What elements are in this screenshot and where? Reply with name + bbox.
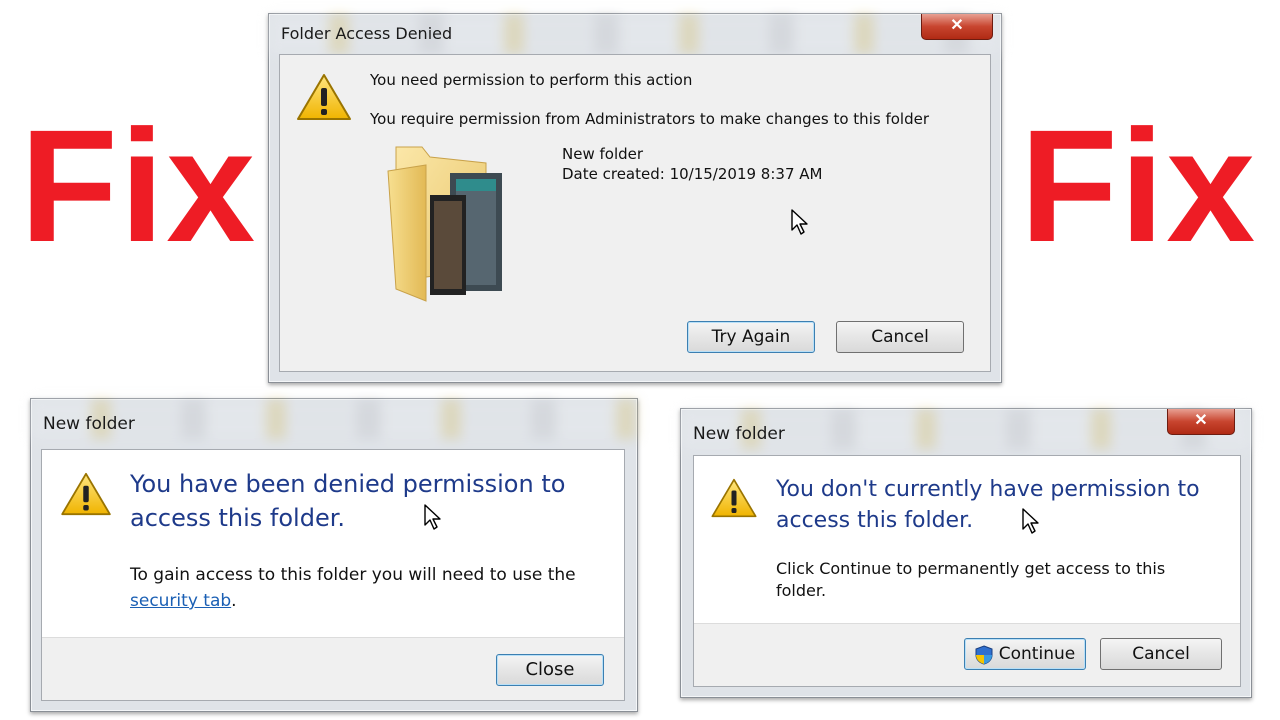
permission-continue-dialog: New folder ✕ You don't currently have pe… [680, 408, 1252, 698]
dialog-content: You don't currently have permission to a… [693, 455, 1241, 687]
try-again-button[interactable]: Try Again [687, 321, 815, 353]
uac-shield-icon [975, 645, 993, 665]
body-text: To gain access to this folder you will n… [130, 562, 610, 614]
dialog-footer: Close [42, 637, 624, 700]
dialog-content: You have been denied permission to acces… [41, 449, 625, 701]
body-prefix: To gain access to this folder you will n… [130, 565, 576, 585]
dialog-content: You need permission to perform this acti… [279, 54, 991, 372]
security-tab-link[interactable]: security tab [130, 591, 231, 611]
body-suffix: . [231, 591, 237, 611]
warning-icon [297, 74, 351, 120]
fix-text-right: Fix [1020, 96, 1258, 275]
dialog-title: New folder [43, 414, 135, 434]
close-button[interactable]: ✕ [921, 14, 993, 40]
message-line-2: You require permission from Administrato… [370, 110, 929, 128]
denied-heading: You have been denied permission to acces… [130, 470, 566, 532]
dialog-footer: Continue Cancel [694, 623, 1240, 686]
item-date-created: Date created: 10/15/2019 8:37 AM [562, 165, 823, 183]
dialog-title: New folder [693, 424, 785, 444]
cancel-button[interactable]: Cancel [836, 321, 964, 353]
denied-permission-dialog: New folder You have been denied permissi… [30, 398, 638, 712]
mouse-cursor-icon [424, 504, 441, 530]
message-line-1: You need permission to perform this acti… [370, 71, 693, 89]
close-dialog-button[interactable]: Close [496, 654, 604, 686]
close-button[interactable]: ✕ [1167, 409, 1235, 435]
item-name: New folder [562, 145, 644, 163]
dialog-title: Folder Access Denied [281, 24, 453, 43]
folder-access-denied-dialog: Folder Access Denied ✕ You need permissi… [268, 13, 1002, 383]
mouse-cursor-icon [791, 209, 808, 235]
body-text: Click Continue to permanently get access… [776, 559, 1166, 600]
warning-icon [711, 478, 757, 518]
fix-text-left: Fix [20, 96, 258, 275]
continue-button[interactable]: Continue [964, 638, 1086, 670]
warning-icon [61, 472, 111, 516]
mouse-cursor-icon [1022, 508, 1039, 534]
cancel-button[interactable]: Cancel [1100, 638, 1222, 670]
permission-heading: You don't currently have permission to a… [776, 477, 1200, 533]
folder-icon [387, 146, 502, 302]
continue-label: Continue [998, 644, 1076, 664]
